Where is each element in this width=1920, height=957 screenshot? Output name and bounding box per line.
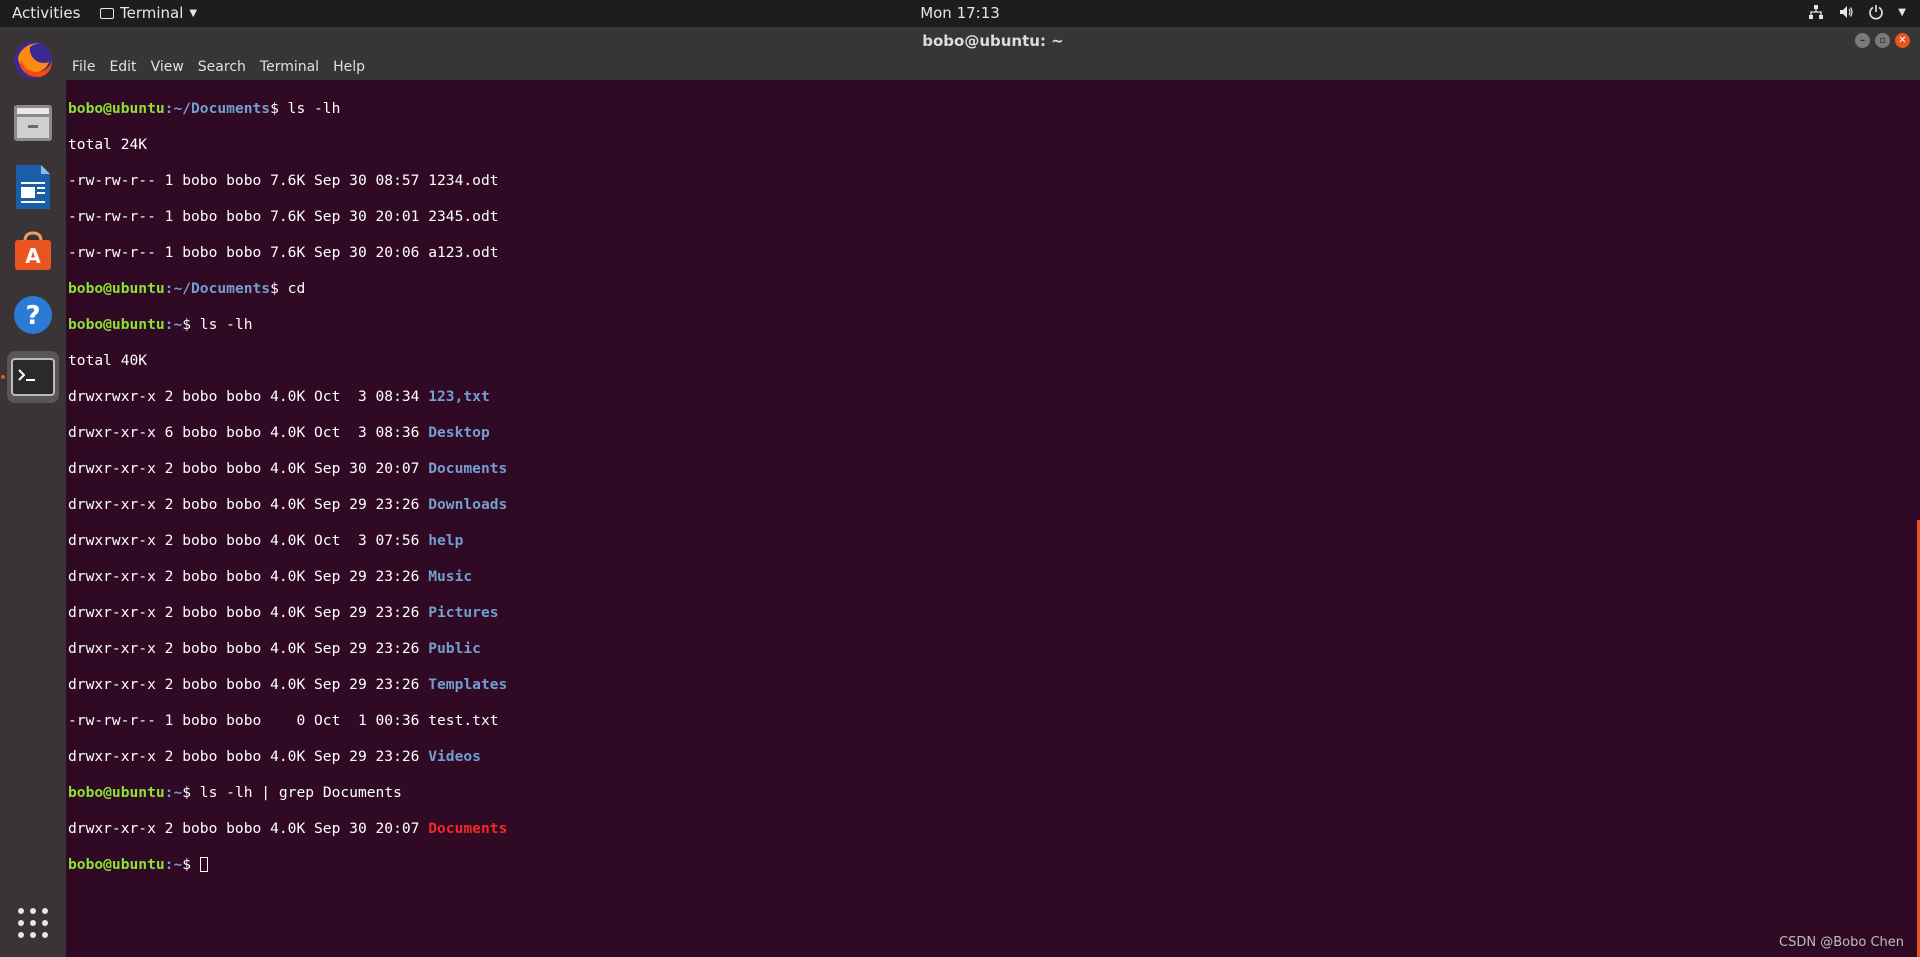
menu-terminal[interactable]: Terminal xyxy=(253,59,326,75)
activities-button[interactable]: Activities xyxy=(12,4,80,22)
app-menu[interactable]: Terminal ▼ xyxy=(100,4,197,22)
directory-name: Public xyxy=(428,640,481,657)
prompt-path: :~ xyxy=(164,784,183,801)
directory-name: Pictures xyxy=(428,604,499,621)
prompt-line: bobo@ubuntu:~/Documents$ ls -lh xyxy=(68,100,1920,118)
system-tray[interactable]: ▼ xyxy=(1808,4,1906,20)
directory-name: Downloads xyxy=(428,496,508,513)
terminal-icon[interactable] xyxy=(7,351,59,403)
chevron-down-icon: ▼ xyxy=(189,7,198,19)
listing-meta: drwxr-xr-x 6 bobo bobo 4.0K Oct 3 08:36 xyxy=(68,424,429,441)
directory-name: Videos xyxy=(428,748,481,765)
grep-match: Documents xyxy=(428,820,508,837)
app-menu-label: Terminal xyxy=(120,4,184,22)
svg-text:?: ? xyxy=(25,301,40,331)
listing-row: drwxr-xr-x 2 bobo bobo 4.0K Sep 29 23:26… xyxy=(68,748,1920,766)
menu-view[interactable]: View xyxy=(144,59,191,75)
listing-meta: drwxr-xr-x 2 bobo bobo 4.0K Sep 29 23:26 xyxy=(68,676,429,693)
directory-name: help xyxy=(428,532,464,549)
window-title: bobo@ubuntu: ~ xyxy=(922,32,1064,50)
output-line: total 24K xyxy=(68,136,148,153)
prompt-user: bobo@ubuntu xyxy=(68,100,165,117)
listing-meta: drwxrwxr-x 2 bobo bobo 4.0K Oct 3 07:56 xyxy=(68,532,429,549)
show-apps-icon[interactable] xyxy=(7,897,59,949)
listing-row: drwxr-xr-x 2 bobo bobo 4.0K Sep 29 23:26… xyxy=(68,604,1920,622)
prompt-command: $ ls -lh | grep Documents xyxy=(182,784,402,801)
minimize-button[interactable]: – xyxy=(1855,33,1870,48)
prompt-user: bobo@ubuntu xyxy=(68,784,165,801)
listing-row: drwxrwxr-x 2 bobo bobo 4.0K Oct 3 07:56 … xyxy=(68,532,1920,550)
output-line: -rw-rw-r-- 1 bobo bobo 7.6K Sep 30 08:57… xyxy=(68,172,499,189)
dock: A ? xyxy=(0,27,66,957)
listing-meta: drwxr-xr-x 2 bobo bobo 4.0K Sep 29 23:26 xyxy=(68,640,429,657)
prompt-line: bobo@ubuntu:~$ ls -lh | grep Documents xyxy=(68,784,1920,802)
terminal-output[interactable]: bobo@ubuntu:~/Documents$ ls -lh total 24… xyxy=(66,80,1920,957)
menu-help[interactable]: Help xyxy=(326,59,372,75)
top-bar: Activities Terminal ▼ Mon 17:13 ▼ xyxy=(0,0,1920,27)
grep-result-row: drwxr-xr-x 2 bobo bobo 4.0K Sep 30 20:07… xyxy=(68,820,1920,838)
listing-row: -rw-rw-r-- 1 bobo bobo 0 Oct 1 00:36 tes… xyxy=(68,712,1920,730)
power-icon xyxy=(1869,5,1884,20)
terminal-app-icon xyxy=(100,7,114,19)
listing-meta: drwxrwxr-x 2 bobo bobo 4.0K Oct 3 08:34 xyxy=(68,388,429,405)
maximize-button[interactable]: ▫ xyxy=(1875,33,1890,48)
output-line: total 40K xyxy=(68,352,148,369)
listing-row: drwxr-xr-x 2 bobo bobo 4.0K Sep 30 20:07… xyxy=(68,460,1920,478)
prompt-command: $ xyxy=(182,856,200,873)
listing-row: drwxr-xr-x 2 bobo bobo 4.0K Sep 29 23:26… xyxy=(68,640,1920,658)
text-cursor xyxy=(199,857,208,872)
close-button[interactable]: ✕ xyxy=(1895,33,1910,48)
network-icon xyxy=(1809,5,1824,19)
prompt-path: :~/Documents xyxy=(164,100,271,117)
listing-row: drwxrwxr-x 2 bobo bobo 4.0K Oct 3 08:34 … xyxy=(68,388,1920,406)
output-line: -rw-rw-r-- 1 bobo bobo 7.6K Sep 30 20:06… xyxy=(68,244,499,261)
output-line: -rw-rw-r-- 1 bobo bobo 7.6K Sep 30 20:01… xyxy=(68,208,499,225)
menu-edit[interactable]: Edit xyxy=(102,59,143,75)
listing-meta: drwxr-xr-x 2 bobo bobo 4.0K Sep 29 23:26 xyxy=(68,748,429,765)
prompt-line: bobo@ubuntu:~$ ls -lh xyxy=(68,316,1920,334)
prompt-user: bobo@ubuntu xyxy=(68,280,165,297)
clock[interactable]: Mon 17:13 xyxy=(920,4,1000,22)
prompt-user: bobo@ubuntu xyxy=(68,316,165,333)
window-titlebar[interactable]: bobo@ubuntu: ~ – ▫ ✕ xyxy=(66,27,1920,54)
firefox-icon[interactable] xyxy=(7,33,59,85)
svg-text:A: A xyxy=(25,244,41,268)
menu-search[interactable]: Search xyxy=(191,59,253,75)
volume-icon xyxy=(1840,6,1853,18)
listing-row: drwxr-xr-x 2 bobo bobo 4.0K Sep 29 23:26… xyxy=(68,676,1920,694)
prompt-line: bobo@ubuntu:~$ xyxy=(68,856,1920,874)
prompt-path: :~ xyxy=(164,316,183,333)
prompt-user: bobo@ubuntu xyxy=(68,856,165,873)
directory-name: Desktop xyxy=(428,424,490,441)
watermark: CSDN @Bobo Chen xyxy=(1779,935,1904,950)
directory-name: Music xyxy=(428,568,473,585)
prompt-path: :~/Documents xyxy=(164,280,271,297)
menu-bar: File Edit View Search Terminal Help xyxy=(66,54,1920,80)
directory-name: Documents xyxy=(428,460,508,477)
directory-name: Templates xyxy=(428,676,508,693)
writer-icon[interactable] xyxy=(7,161,59,213)
software-icon[interactable]: A xyxy=(7,225,59,277)
directory-name: 123,txt xyxy=(428,388,490,405)
chevron-down-icon: ▼ xyxy=(1898,6,1906,18)
listing-meta: drwxr-xr-x 2 bobo bobo 4.0K Sep 29 23:26 xyxy=(68,496,429,513)
menu-file[interactable]: File xyxy=(66,59,102,75)
prompt-path: :~ xyxy=(164,856,183,873)
listing-meta: drwxr-xr-x 2 bobo bobo 4.0K Sep 29 23:26 xyxy=(68,568,429,585)
listing-meta: -rw-rw-r-- 1 bobo bobo 0 Oct 1 00:36 xyxy=(68,712,429,729)
prompt-line: bobo@ubuntu:~/Documents$ cd xyxy=(68,280,1920,298)
listing-meta: drwxr-xr-x 2 bobo bobo 4.0K Sep 30 20:07 xyxy=(68,820,429,837)
prompt-command: $ ls -lh xyxy=(270,100,341,117)
listing-row: drwxr-xr-x 6 bobo bobo 4.0K Oct 3 08:36 … xyxy=(68,424,1920,442)
prompt-command: $ cd xyxy=(270,280,306,297)
running-indicator xyxy=(1,375,5,379)
help-icon[interactable]: ? xyxy=(7,289,59,341)
listing-row: drwxr-xr-x 2 bobo bobo 4.0K Sep 29 23:26… xyxy=(68,496,1920,514)
listing-row: drwxr-xr-x 2 bobo bobo 4.0K Sep 29 23:26… xyxy=(68,568,1920,586)
listing-meta: drwxr-xr-x 2 bobo bobo 4.0K Sep 30 20:07 xyxy=(68,460,429,477)
prompt-command: $ ls -lh xyxy=(182,316,253,333)
file-name: test.txt xyxy=(428,712,499,729)
listing-meta: drwxr-xr-x 2 bobo bobo 4.0K Sep 29 23:26 xyxy=(68,604,429,621)
files-icon[interactable] xyxy=(7,97,59,149)
